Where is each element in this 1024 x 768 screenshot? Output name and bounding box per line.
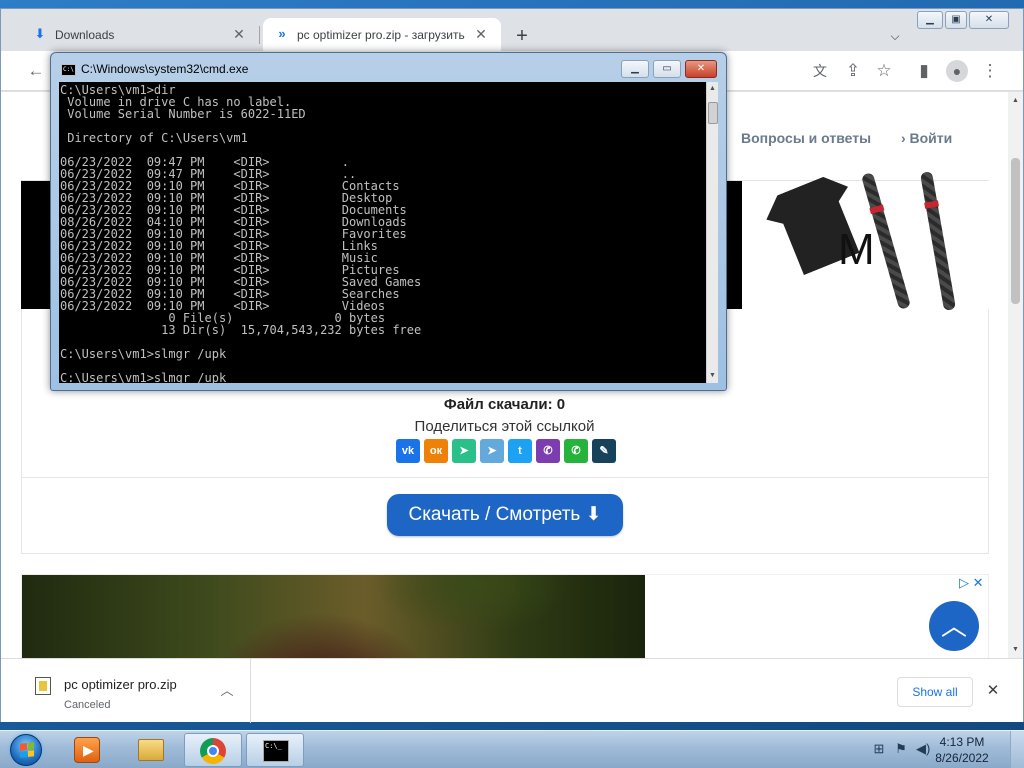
cmd-minimize-button[interactable]: ▁ xyxy=(621,60,649,78)
download-shelf: pc optimizer pro.zip Canceled ︿ Show all… xyxy=(1,658,1023,723)
cmd-close-button[interactable]: ✕ xyxy=(685,60,717,78)
share-buttons: vk ок ➤ ➤ t ✆ ✆ ✎ xyxy=(396,439,620,463)
nav-login-link[interactable]: › Войти xyxy=(901,130,952,146)
site-nav: Вопросы и ответы › Войти xyxy=(741,130,978,146)
menu-icon[interactable]: ⋮ xyxy=(979,60,1001,82)
cmd-maximize-button[interactable]: ▭ xyxy=(653,60,681,78)
clock[interactable]: 4:13 PM 8/26/2022 xyxy=(922,734,1002,766)
share-odnoklassniki-icon[interactable]: ок xyxy=(424,439,448,463)
share-vk-icon[interactable]: vk xyxy=(396,439,420,463)
tab-title: Downloads xyxy=(55,28,115,42)
taskbar-cmd[interactable]: C:\_ xyxy=(246,733,304,767)
folder-icon xyxy=(138,739,164,761)
share-label: Поделиться этой ссылкой xyxy=(414,418,595,435)
ad-letter: M xyxy=(838,225,875,274)
cable-image xyxy=(919,171,957,311)
ad-photo xyxy=(22,575,645,658)
share-whatsapp-icon[interactable]: ✆ xyxy=(564,439,588,463)
back-icon[interactable]: ← xyxy=(25,60,47,82)
share-agent-icon[interactable]: ➤ xyxy=(452,439,476,463)
tab-strip: ⬇ Downloads ✕ » pc optimizer pro.zip - з… xyxy=(1,9,1023,51)
action-center-icon[interactable]: ⚑ xyxy=(894,742,908,756)
scroll-up-icon[interactable]: ▲ xyxy=(1011,96,1020,105)
cmd-icon: C:\_ xyxy=(263,740,289,762)
close-tab-icon[interactable]: ✕ xyxy=(473,26,489,42)
clock-time: 4:13 PM xyxy=(939,735,985,749)
scroll-thumb[interactable] xyxy=(1011,158,1020,304)
close-tab-icon[interactable]: ✕ xyxy=(231,26,247,42)
chrome-close-button[interactable]: ✕ xyxy=(969,11,1009,29)
tab-pc-optimizer[interactable]: » pc optimizer pro.zip - загрузить ✕ xyxy=(263,18,501,51)
bookmark-star-icon[interactable]: ☆ xyxy=(873,60,895,82)
chevron-link-icon: » xyxy=(278,26,286,41)
clock-date: 8/26/2022 xyxy=(935,751,989,765)
taskbar-media-player[interactable]: ▶ xyxy=(58,733,116,767)
share-livejournal-icon[interactable]: ✎ xyxy=(592,439,616,463)
bottom-ad[interactable]: ▷ ✕ xyxy=(21,574,989,658)
network-icon[interactable]: ⊞ xyxy=(872,742,886,756)
new-tab-button[interactable]: + xyxy=(511,25,533,47)
profile-icon[interactable]: ● xyxy=(946,60,968,82)
taskbar-chrome[interactable] xyxy=(184,733,242,767)
share-viber-icon[interactable]: ✆ xyxy=(536,439,560,463)
windows-orb-icon xyxy=(10,734,42,766)
console-area[interactable]: C:\Users\vm1>dir Volume in drive C has n… xyxy=(59,82,706,383)
download-icon: ⬇ xyxy=(34,26,46,41)
start-button[interactable] xyxy=(4,732,50,768)
share-twitter-icon[interactable]: t xyxy=(508,439,532,463)
download-filename: pc optimizer pro.zip xyxy=(64,677,177,692)
scroll-up-icon[interactable]: ▲ xyxy=(708,84,717,93)
translate-icon[interactable]: 文 xyxy=(809,60,831,82)
chevron-up-icon[interactable]: ︿ xyxy=(219,683,235,699)
cmd-title: C:\Windows\system32\cmd.exe xyxy=(81,62,249,76)
share-icon[interactable]: ⇪ xyxy=(842,60,864,82)
tab-downloads[interactable]: ⬇ Downloads ✕ xyxy=(21,18,259,51)
scroll-down-icon[interactable]: ▼ xyxy=(708,371,717,380)
scroll-down-icon[interactable]: ▼ xyxy=(1011,645,1020,654)
downloads-count: Файл скачали: 0 xyxy=(443,396,566,413)
tab-separator xyxy=(259,26,260,44)
zip-file-icon xyxy=(35,677,51,695)
divider xyxy=(21,477,989,478)
side-panel-icon[interactable]: ▮ xyxy=(913,60,935,82)
scroll-to-top-button[interactable]: ︿ xyxy=(929,601,979,651)
page-scrollbar[interactable]: ▲ ▼ xyxy=(1008,92,1023,658)
ad-product-panel: M xyxy=(742,181,989,311)
download-status: Canceled xyxy=(64,699,111,711)
download-watch-button[interactable]: Скачать / Смотреть ⬇ xyxy=(387,494,623,536)
nav-login-label: Войти xyxy=(909,130,953,146)
ad-choices-icon[interactable]: ▷ ✕ xyxy=(959,575,989,591)
show-desktop-button[interactable] xyxy=(1010,731,1024,768)
tab-search-icon[interactable]: ⌵ xyxy=(885,26,905,46)
close-shelf-icon[interactable]: ✕ xyxy=(985,683,1001,699)
chrome-icon xyxy=(200,738,226,764)
download-item[interactable]: pc optimizer pro.zip Canceled ︿ xyxy=(1,659,251,723)
chrome-minimize-button[interactable]: ▁ xyxy=(917,11,943,29)
cmd-icon: C:\ xyxy=(61,64,76,76)
cmd-window[interactable]: C:\ C:\Windows\system32\cmd.exe ▁ ▭ ✕ C:… xyxy=(50,52,727,391)
nav-faq-link[interactable]: Вопросы и ответы xyxy=(741,130,871,146)
show-all-button[interactable]: Show all xyxy=(897,677,973,707)
media-player-icon: ▶ xyxy=(74,737,100,763)
console-output: C:\Users\vm1>dir Volume in drive C has n… xyxy=(60,83,422,383)
scroll-thumb[interactable] xyxy=(708,102,718,124)
chrome-maximize-button[interactable]: ▣ xyxy=(945,11,967,29)
share-telegram-icon[interactable]: ➤ xyxy=(480,439,504,463)
taskbar: ▶ C:\_ ⊞ ⚑ ◀) 4:13 PM 8/26/2022 xyxy=(0,730,1024,768)
taskbar-explorer[interactable] xyxy=(122,733,180,767)
tab-title: pc optimizer pro.zip - загрузить xyxy=(297,28,465,42)
console-scrollbar[interactable]: ▲ ▼ xyxy=(706,82,718,383)
